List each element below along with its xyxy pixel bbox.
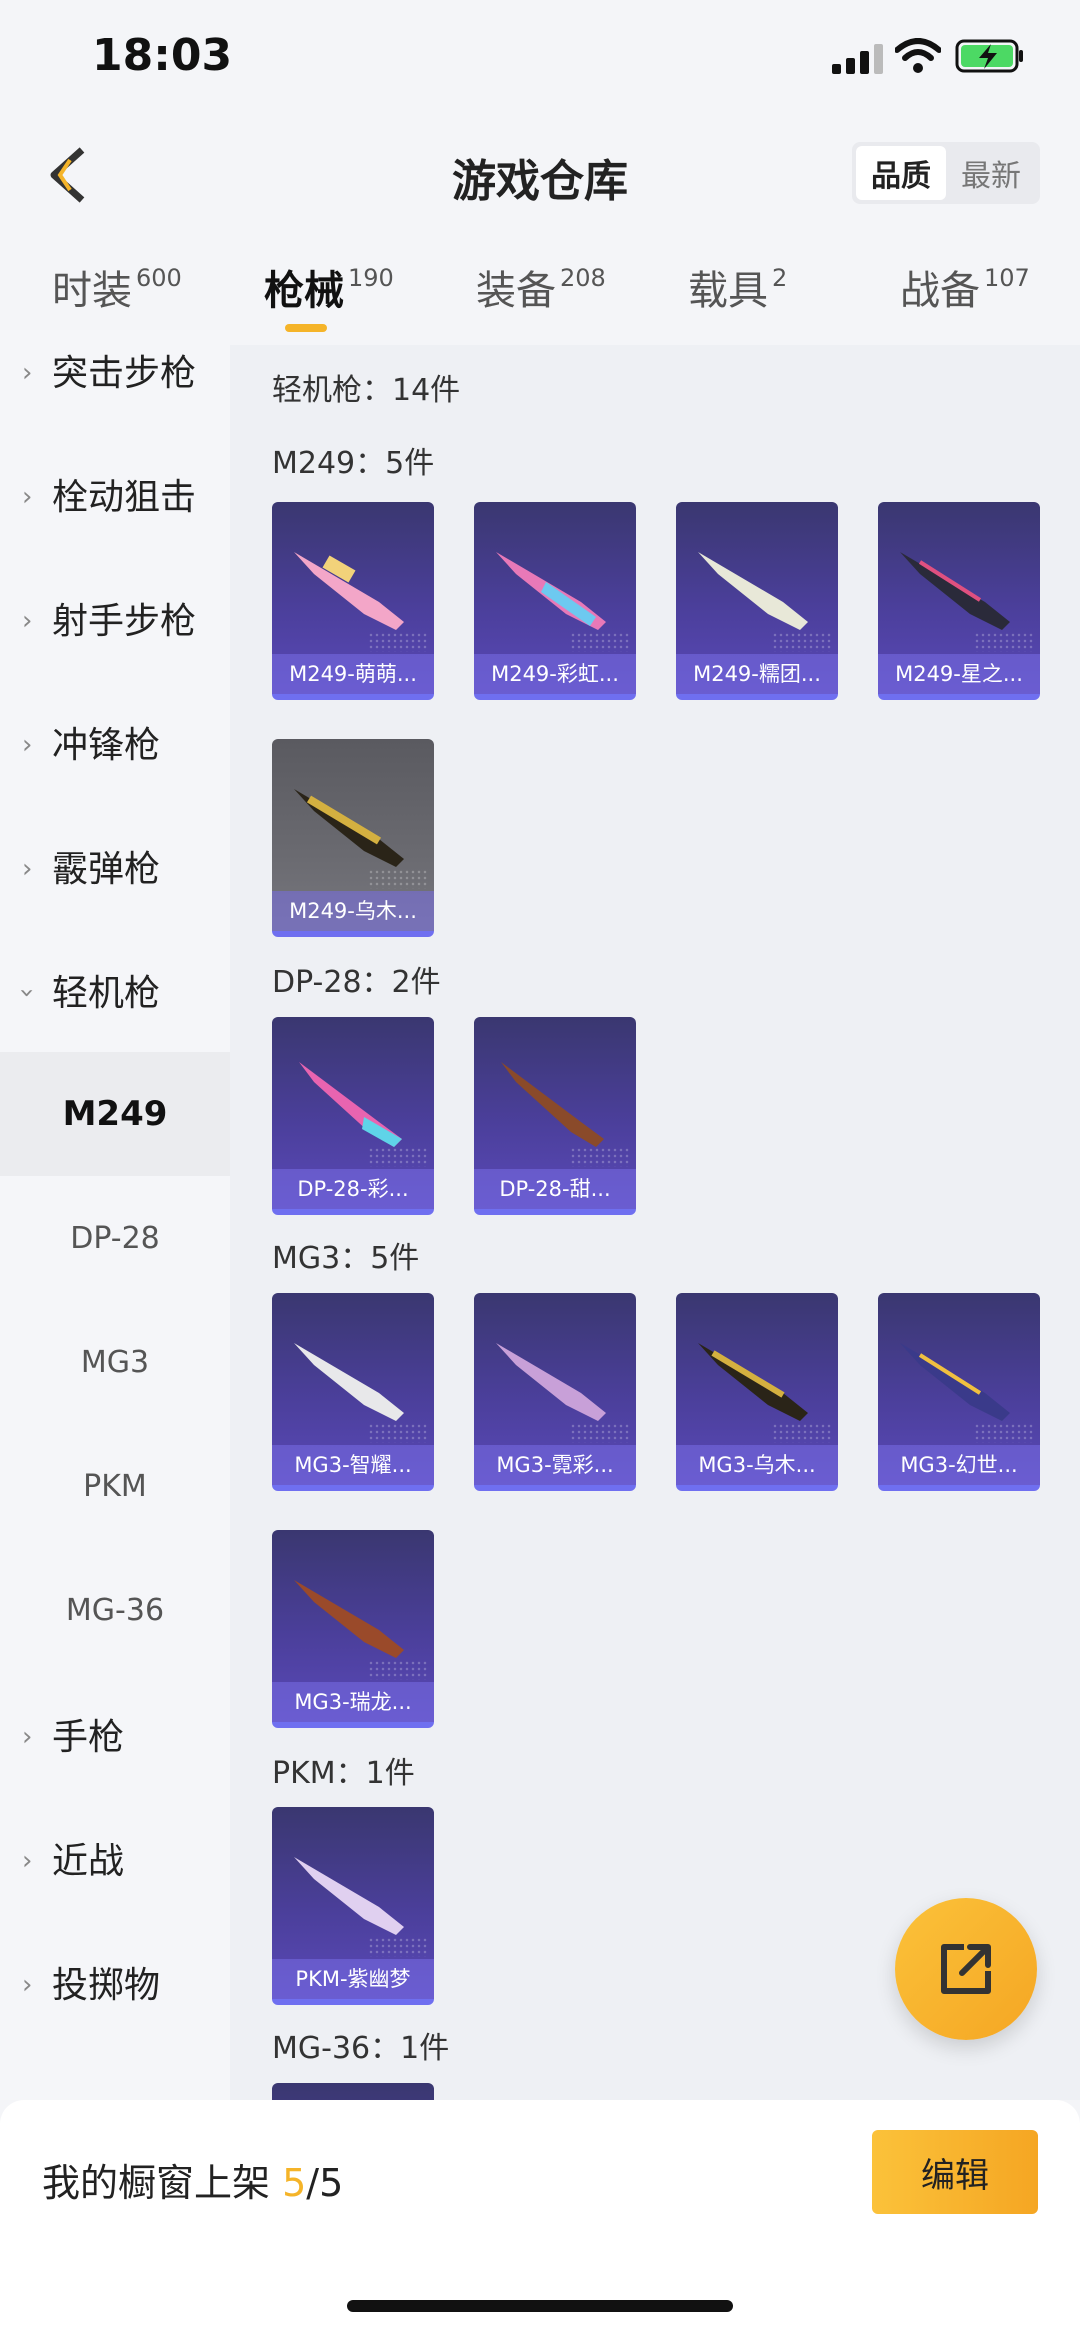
tab-active-indicator	[285, 324, 327, 332]
lmg-skin-icon	[698, 552, 808, 630]
tab-equipment[interactable]: 装备 208	[476, 258, 606, 316]
sort-quality-button[interactable]: 品质	[856, 146, 946, 200]
skin-card[interactable]: DP-28-甜...	[474, 1017, 636, 1215]
skin-card[interactable]: M249-糯团...	[676, 502, 838, 700]
chevron-right-icon: ›	[22, 358, 33, 388]
showcase-used-count: 5	[282, 2161, 307, 2205]
skin-card[interactable]: M249-乌木...	[272, 739, 434, 937]
wifi-icon	[895, 38, 941, 73]
skin-card[interactable]: MG3-霓彩...	[474, 1293, 636, 1491]
group-label-mg3: MG3：5件	[272, 1241, 420, 1276]
sidebar-item-bolt-sniper[interactable]: › 栓动狙击	[0, 432, 230, 556]
sidebar-item-smg[interactable]: › 冲锋枪	[0, 680, 230, 804]
chevron-right-icon: ›	[22, 1970, 33, 2000]
group-label-mg36: MG-36：1件	[272, 2031, 450, 2066]
tab-guns[interactable]: 枪械 190	[264, 258, 394, 316]
sidebar-subitem-mg3[interactable]: MG3	[0, 1300, 230, 1424]
skin-card[interactable]: MG3-智耀...	[272, 1293, 434, 1491]
chevron-down-icon: ›	[12, 987, 43, 999]
sidebar-item-assault-rifle[interactable]: › 突击步枪	[0, 330, 230, 432]
lmg-skin-icon	[900, 552, 1010, 630]
skin-card[interactable]: MG3-瑞龙...	[272, 1530, 434, 1728]
chevron-right-icon: ›	[22, 482, 33, 512]
sidebar-item-lmg[interactable]: › 轻机枪	[0, 928, 230, 1052]
sort-latest-button[interactable]: 最新	[946, 146, 1036, 200]
signal-icon	[832, 44, 883, 74]
group-label-dp28: DP-28：2件	[272, 965, 441, 1000]
home-indicator	[347, 2300, 733, 2312]
category-total: 轻机枪：14件	[272, 373, 461, 408]
showcase-status: 我的橱窗上架 5/5	[42, 2161, 344, 2205]
share-button[interactable]	[895, 1898, 1037, 2040]
sidebar-item-throwable[interactable]: › 投掷物	[0, 1920, 230, 2044]
lmg-skin-icon	[294, 1580, 404, 1658]
chevron-right-icon: ›	[22, 854, 33, 884]
external-link-icon	[941, 1944, 991, 1994]
lmg-skin-icon	[496, 1343, 606, 1421]
lmg-skin-icon	[294, 1343, 404, 1421]
chevron-right-icon: ›	[22, 606, 33, 636]
tab-supplies[interactable]: 战备 107	[900, 258, 1030, 316]
skin-card[interactable]: M249-彩虹...	[474, 502, 636, 700]
chevron-right-icon: ›	[22, 1846, 33, 1876]
lmg-skin-icon	[501, 1062, 604, 1147]
chevron-right-icon: ›	[22, 1722, 33, 1752]
sidebar-item-melee[interactable]: › 近战	[0, 1796, 230, 1920]
battery-charging-icon	[955, 39, 1023, 73]
lmg-skin-icon	[294, 1857, 404, 1935]
status-bar: 18:03	[0, 0, 1080, 120]
tab-vehicles[interactable]: 载具 2	[688, 258, 787, 316]
skin-card[interactable]: MG3-幻世...	[878, 1293, 1040, 1491]
sidebar-subitem-m249[interactable]: M249	[0, 1052, 230, 1176]
sidebar-item-shotgun[interactable]: › 霰弹枪	[0, 804, 230, 928]
lmg-skin-icon	[299, 1062, 402, 1147]
sidebar: › 突击步枪 › 栓动狙击 › 射手步枪 › 冲锋枪 › 霰弹枪 › 轻机枪 M249 DP…	[0, 330, 230, 2100]
group-label-m249: M249：5件	[272, 446, 435, 481]
sidebar-item-pistol[interactable]: › 手枪	[0, 1672, 230, 1796]
skin-card[interactable]: MG3-乌木...	[676, 1293, 838, 1491]
lmg-skin-icon	[496, 552, 606, 630]
showcase-total-count: 5	[319, 2161, 344, 2205]
skin-card[interactable]: M249-萌萌...	[272, 502, 434, 700]
sort-toggle: 品质 最新	[852, 142, 1040, 204]
lmg-skin-icon	[294, 552, 404, 630]
sidebar-subitem-mg36[interactable]: MG-36	[0, 1548, 230, 1672]
skin-card[interactable]: PKM-紫幽梦	[272, 1807, 434, 2005]
skin-card[interactable]: M249-星之...	[878, 502, 1040, 700]
header: 游戏仓库 品质 最新	[0, 120, 1080, 230]
tab-fashion[interactable]: 时装 600	[52, 258, 182, 316]
lmg-skin-icon	[698, 1343, 808, 1421]
group-label-pkm: PKM：1件	[272, 1756, 415, 1791]
skin-card[interactable]	[272, 2083, 434, 2100]
sidebar-subitem-dp28[interactable]: DP-28	[0, 1176, 230, 1300]
status-time: 18:03	[92, 30, 233, 81]
skin-card[interactable]: DP-28-彩...	[272, 1017, 434, 1215]
lmg-skin-icon	[294, 789, 404, 867]
edit-button[interactable]: 编辑	[872, 2130, 1038, 2214]
chevron-right-icon: ›	[22, 730, 33, 760]
sidebar-subitem-pkm[interactable]: PKM	[0, 1424, 230, 1548]
sidebar-item-marksman-rifle[interactable]: › 射手步枪	[0, 556, 230, 680]
item-grid: 轻机枪：14件 M249：5件 M249-萌萌... M249-彩虹... M2…	[230, 345, 1080, 2100]
lmg-skin-icon	[900, 1343, 1010, 1421]
